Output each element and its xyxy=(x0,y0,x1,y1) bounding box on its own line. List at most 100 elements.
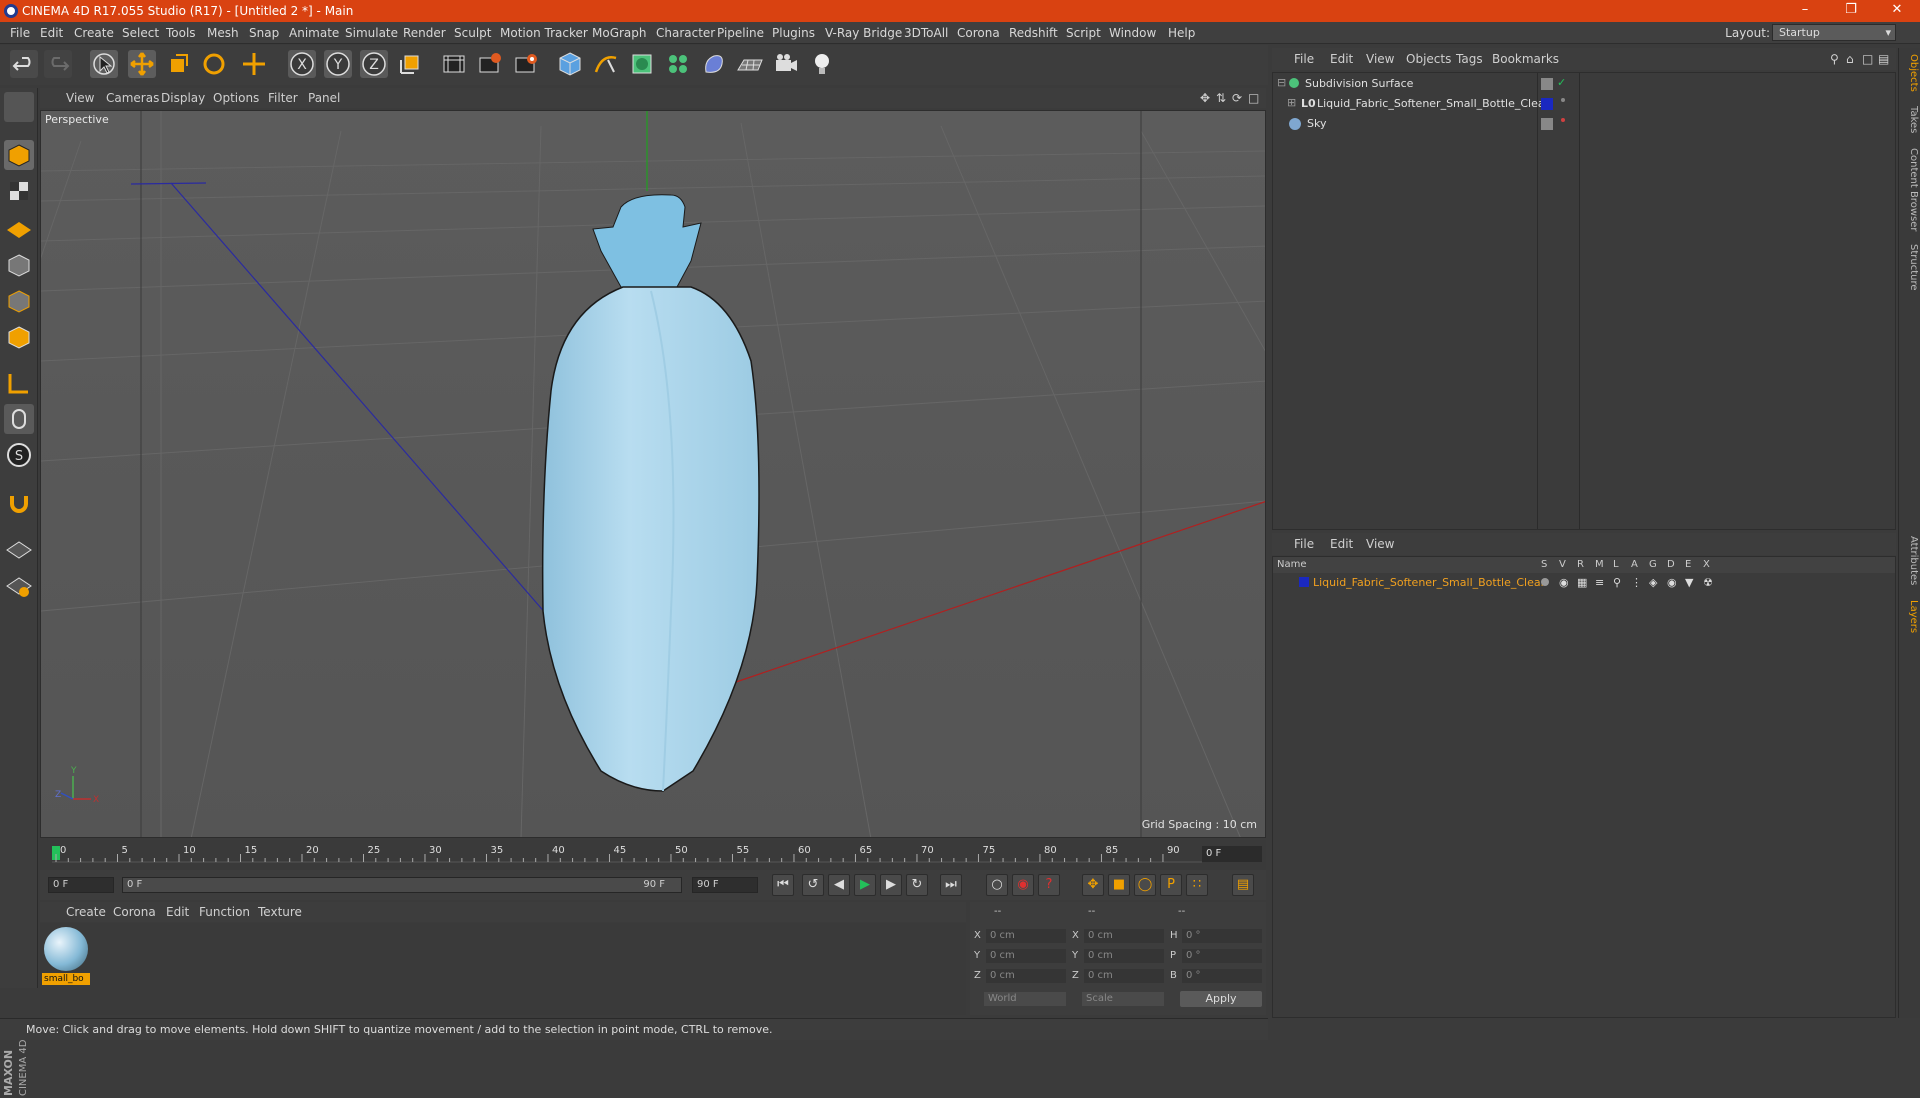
position-z-field[interactable]: 0 cm xyxy=(986,969,1066,983)
record-keys-icon[interactable]: ○ xyxy=(986,874,1008,896)
rotate-tool-icon[interactable] xyxy=(200,50,228,78)
menu-script[interactable]: Script xyxy=(1066,26,1101,40)
object-row-sky[interactable]: Sky xyxy=(1273,115,1895,133)
keyframe-selection-icon[interactable]: ? xyxy=(1038,874,1060,896)
viewport-navigate-icon[interactable]: ✥ xyxy=(1200,91,1210,105)
previous-key-icon[interactable]: ↺ xyxy=(802,874,824,896)
menu-mesh[interactable]: Mesh xyxy=(207,26,239,40)
solo-toggle-icon[interactable] xyxy=(1541,578,1549,586)
size-z-field[interactable]: 0 cm xyxy=(1084,969,1164,983)
om-menu-objects[interactable]: Objects xyxy=(1406,52,1451,66)
rotation-p-field[interactable]: 0 ° xyxy=(1182,949,1262,963)
vp-menu-options[interactable]: Options xyxy=(213,91,259,105)
menu-create[interactable]: Create xyxy=(74,26,114,40)
display-toggle-icon[interactable] xyxy=(1541,78,1553,90)
menu-sculpt[interactable]: Sculpt xyxy=(454,26,491,40)
lm-menu-edit[interactable]: Edit xyxy=(1330,537,1353,551)
key-pla-icon[interactable]: ∷ xyxy=(1186,874,1208,896)
menu-redshift[interactable]: Redshift xyxy=(1009,26,1058,40)
render-to-picture-viewer-icon[interactable] xyxy=(476,50,504,78)
autokey-icon[interactable]: ◉ xyxy=(1012,874,1034,896)
edges-mode-icon[interactable] xyxy=(4,286,34,316)
view-toggle-icon[interactable]: ◉ xyxy=(1559,576,1569,589)
y-axis-lock-icon[interactable]: Y xyxy=(324,50,352,78)
layer-color-icon[interactable] xyxy=(1541,98,1553,110)
next-key-icon[interactable]: ↻ xyxy=(906,874,928,896)
menu-vray-bridge[interactable]: V-Ray Bridge xyxy=(825,26,902,40)
tab-structure[interactable]: Structure xyxy=(1901,244,1919,291)
next-frame-icon[interactable]: ▶ xyxy=(880,874,902,896)
menu-3dtoall[interactable]: 3DToAll xyxy=(904,26,948,40)
menu-plugins[interactable]: Plugins xyxy=(772,26,815,40)
play-forward-icon[interactable]: ▶ xyxy=(854,874,876,896)
mat-menu-function[interactable]: Function xyxy=(199,905,250,919)
apply-button[interactable]: Apply xyxy=(1180,991,1262,1007)
tweak-mode-icon[interactable] xyxy=(4,404,34,434)
key-rotation-icon[interactable]: ◯ xyxy=(1134,874,1156,896)
timeline-ruler[interactable]: 0 5 10 15 20 25 30 35 40 45 50 55 60 65 70 75 80 85 90 0 F xyxy=(40,840,1266,870)
render-settings-icon[interactable] xyxy=(512,50,540,78)
om-menu-view[interactable]: View xyxy=(1366,52,1394,66)
mat-menu-edit[interactable]: Edit xyxy=(166,905,189,919)
om-search-icon[interactable]: ⚲ xyxy=(1830,52,1839,66)
mat-menu-texture[interactable]: Texture xyxy=(258,905,302,919)
menu-help[interactable]: Help xyxy=(1168,26,1195,40)
key-scale-icon[interactable]: ■ xyxy=(1108,874,1130,896)
viewport-dolly-icon[interactable]: ⇅ xyxy=(1216,91,1226,105)
layer-row[interactable]: Liquid_Fabric_Softener_Small_Bottle_Clea… xyxy=(1273,574,1895,590)
points-mode-icon[interactable] xyxy=(4,250,34,280)
display-toggle-icon[interactable] xyxy=(1541,118,1553,130)
om-menu-tags[interactable]: Tags xyxy=(1456,52,1483,66)
solo-icon[interactable]: S xyxy=(4,440,34,470)
go-to-start-icon[interactable]: ⏮ xyxy=(772,874,794,896)
expression-toggle-icon[interactable]: ▼ xyxy=(1685,576,1693,589)
make-editable-icon[interactable] xyxy=(4,92,34,122)
key-position-icon[interactable]: ✥ xyxy=(1082,874,1104,896)
rotation-b-field[interactable]: 0 ° xyxy=(1182,969,1262,983)
undo-button[interactable] xyxy=(10,50,38,78)
key-parameter-icon[interactable]: P xyxy=(1160,874,1182,896)
perspective-viewport[interactable]: Y X Z Perspective Grid Spacing : 10 cm xyxy=(40,110,1266,838)
scale-tool-icon[interactable] xyxy=(164,50,192,78)
rotation-h-field[interactable]: 0 ° xyxy=(1182,929,1262,943)
end-frame-field[interactable]: 90 F xyxy=(692,877,758,893)
om-new-window-icon[interactable]: ▤ xyxy=(1878,52,1889,66)
workplane-lock-icon[interactable] xyxy=(4,534,34,564)
redo-button[interactable] xyxy=(44,50,72,78)
layer-color-swatch[interactable] xyxy=(1299,577,1309,587)
material-swatch[interactable]: small_bo xyxy=(40,923,96,989)
spline-pen-icon[interactable] xyxy=(592,50,620,78)
light-icon[interactable] xyxy=(808,50,836,78)
render-view-icon[interactable] xyxy=(440,50,468,78)
viewport-maximize-icon[interactable]: □ xyxy=(1248,91,1259,105)
x-axis-lock-icon[interactable]: X xyxy=(288,50,316,78)
om-home-icon[interactable]: ⌂ xyxy=(1846,52,1854,66)
object-row-subdivision[interactable]: ⊟ Subdivision Surface ✓ xyxy=(1273,75,1895,93)
select-tool-icon[interactable] xyxy=(90,50,118,78)
model-mode-icon[interactable] xyxy=(4,140,34,170)
vp-menu-display[interactable]: Display xyxy=(161,91,205,105)
tab-content-browser[interactable]: Content Browser xyxy=(1901,148,1919,231)
menu-render[interactable]: Render xyxy=(403,26,446,40)
current-frame-field[interactable]: 0 F xyxy=(1202,846,1262,862)
viewport-rotate-icon[interactable]: ⟳ xyxy=(1232,91,1242,105)
menu-simulate[interactable]: Simulate xyxy=(345,26,398,40)
size-mode-dropdown[interactable]: Scale xyxy=(1082,992,1164,1006)
cube-primitive-icon[interactable] xyxy=(556,50,584,78)
tab-objects[interactable]: Objects xyxy=(1901,54,1919,92)
minimize-button[interactable]: – xyxy=(1782,0,1828,22)
position-y-field[interactable]: 0 cm xyxy=(986,949,1066,963)
menu-mograph[interactable]: MoGraph xyxy=(592,26,647,40)
deformer-toggle-icon[interactable]: ◉ xyxy=(1667,576,1677,589)
snap-magnet-icon[interactable] xyxy=(4,488,34,518)
menu-edit[interactable]: Edit xyxy=(40,26,63,40)
layout-dropdown[interactable]: Startup ▾ xyxy=(1772,24,1896,41)
size-x-field[interactable]: 0 cm xyxy=(1084,929,1164,943)
size-y-field[interactable]: 0 cm xyxy=(1084,949,1164,963)
cloner-icon[interactable] xyxy=(664,50,692,78)
move-tool-icon[interactable] xyxy=(128,50,156,78)
mat-menu-create[interactable]: Create xyxy=(66,905,106,919)
go-to-end-icon[interactable]: ⏭ xyxy=(940,874,962,896)
enabled-check-icon[interactable]: ✓ xyxy=(1557,76,1566,89)
tab-takes[interactable]: Takes xyxy=(1901,106,1919,133)
